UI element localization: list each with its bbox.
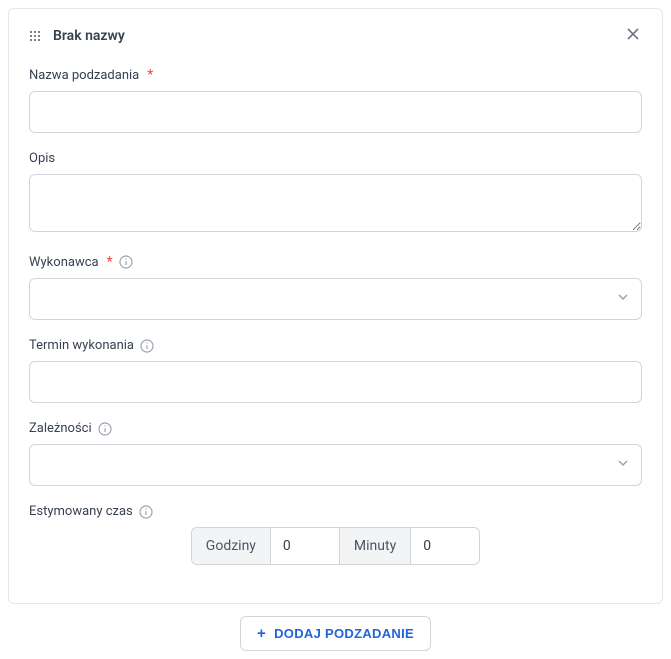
assignee-select-wrap (29, 278, 642, 320)
info-icon[interactable] (119, 255, 133, 269)
dependencies-select-wrap (29, 444, 642, 486)
required-asterisk: * (147, 67, 153, 83)
drag-handle-icon[interactable] (29, 30, 41, 42)
subtask-card: Brak nazwy Nazwa podzadania * Opis Wykon… (8, 8, 663, 604)
header-left: Brak nazwy (29, 28, 125, 44)
due-date-label: Termin wykonania (29, 338, 134, 353)
hours-label: Godziny (192, 528, 271, 564)
description-label: Opis (29, 151, 55, 166)
field-due-date: Termin wykonania (29, 338, 642, 403)
minutes-label: Minuty (339, 528, 411, 564)
close-icon (626, 28, 640, 45)
label-row: Wykonawca * (29, 254, 642, 270)
time-row: Godziny Minuty (29, 527, 642, 565)
dependencies-label: Zależności (29, 421, 92, 436)
add-subtask-label: DODAJ PODZADANIE (274, 626, 414, 641)
plus-icon: + (257, 626, 266, 641)
field-assignee: Wykonawca * (29, 254, 642, 320)
label-row: Termin wykonania (29, 338, 642, 353)
info-icon[interactable] (139, 505, 153, 519)
dependencies-select[interactable] (29, 444, 642, 486)
name-input[interactable] (29, 91, 642, 133)
due-date-input[interactable] (29, 361, 642, 403)
card-title: Brak nazwy (53, 28, 125, 44)
field-description: Opis (29, 151, 642, 236)
label-row: Nazwa podzadania * (29, 67, 642, 83)
required-asterisk: * (107, 254, 113, 270)
add-button-row: + DODAJ PODZADANIE (8, 616, 663, 651)
field-name: Nazwa podzadania * (29, 67, 642, 133)
label-row: Zależności (29, 421, 642, 436)
description-textarea[interactable] (29, 174, 642, 232)
estimated-time-label: Estymowany czas (29, 504, 133, 519)
time-group: Godziny Minuty (191, 527, 480, 565)
info-icon[interactable] (98, 422, 112, 436)
minutes-input[interactable] (411, 528, 479, 564)
field-estimated-time: Estymowany czas Godziny Minuty (29, 504, 642, 565)
card-header: Brak nazwy (29, 25, 642, 47)
info-icon[interactable] (140, 339, 154, 353)
name-label: Nazwa podzadania (29, 68, 139, 83)
label-row: Estymowany czas (29, 504, 642, 519)
assignee-label: Wykonawca (29, 255, 99, 270)
add-subtask-button[interactable]: + DODAJ PODZADANIE (240, 616, 431, 651)
assignee-select[interactable] (29, 278, 642, 320)
field-dependencies: Zależności (29, 421, 642, 486)
label-row: Opis (29, 151, 642, 166)
close-button[interactable] (624, 25, 642, 47)
hours-input[interactable] (271, 528, 339, 564)
